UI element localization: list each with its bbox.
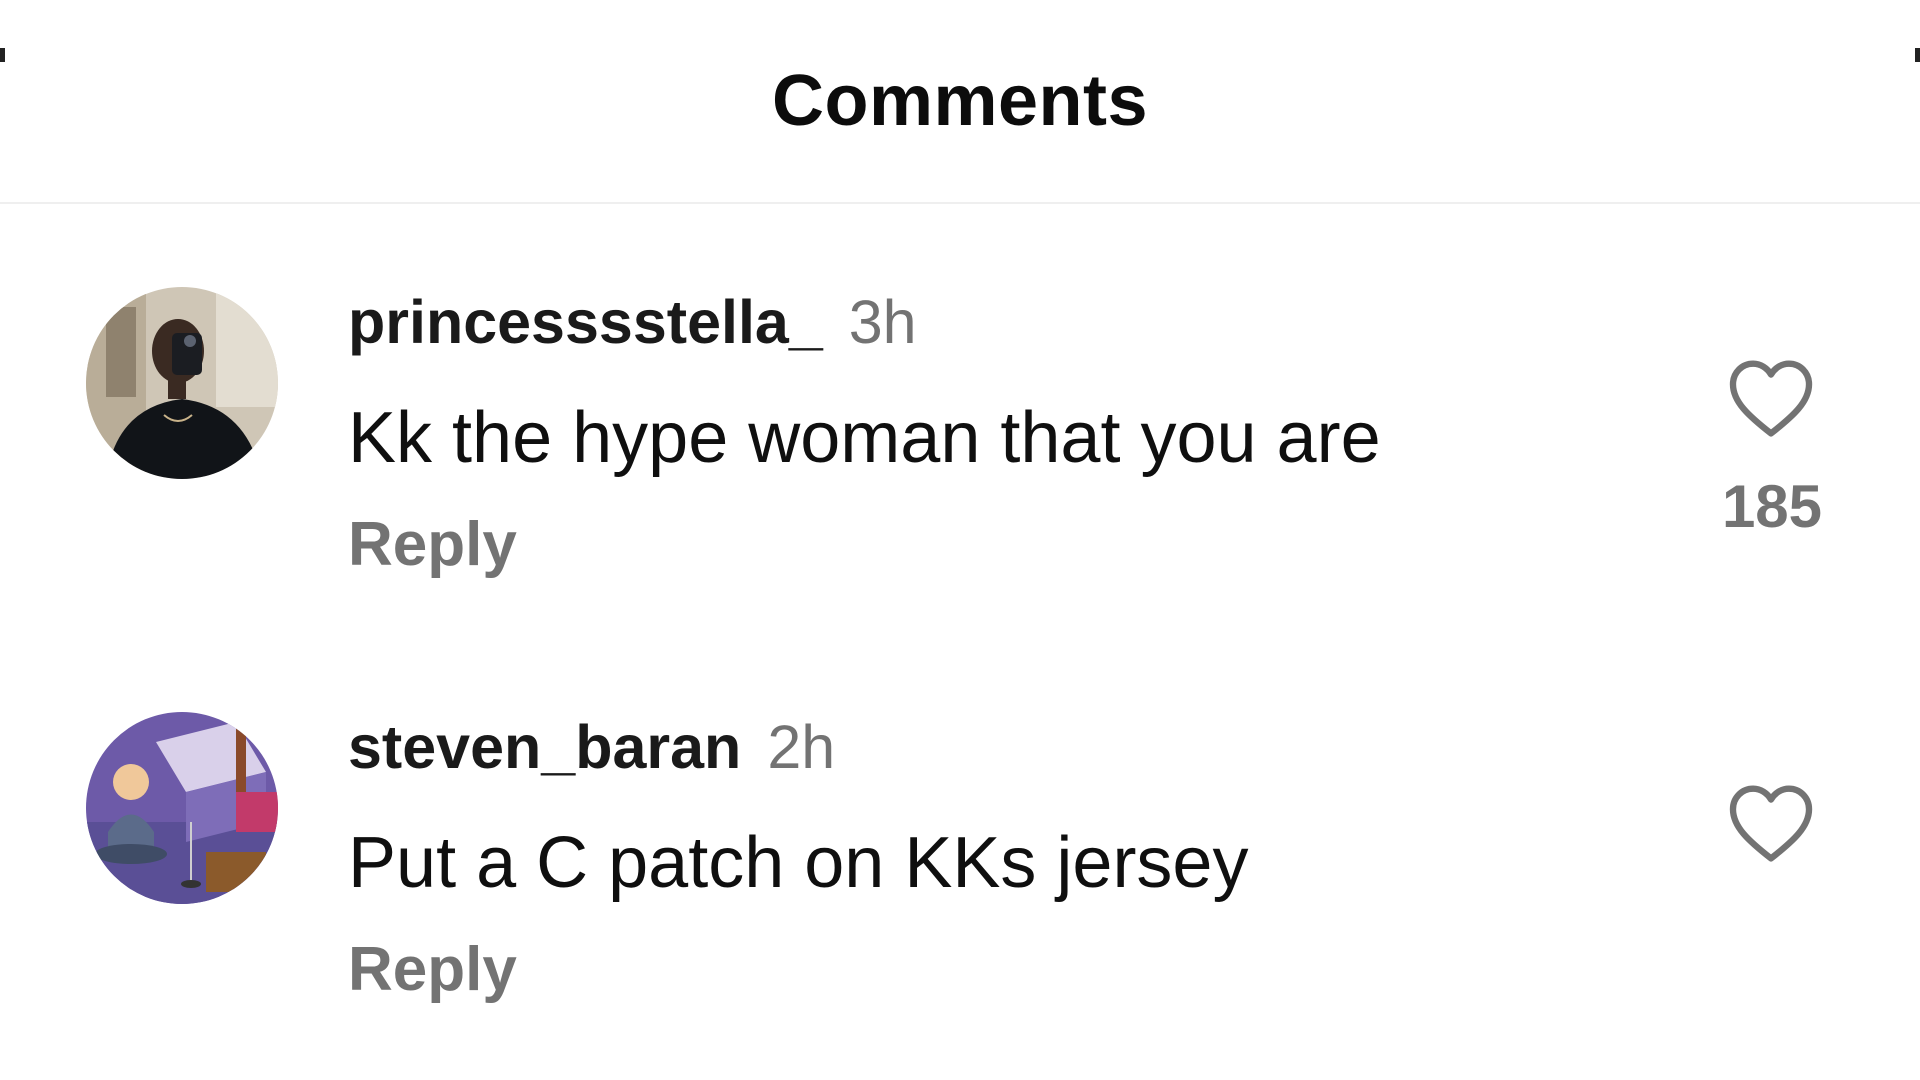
like-button[interactable]	[1726, 357, 1816, 439]
avatar[interactable]	[86, 287, 278, 479]
username[interactable]: princesssstella_	[348, 288, 823, 356]
avatar[interactable]	[86, 712, 278, 904]
heart-outline-icon	[1729, 360, 1813, 437]
edge-mark	[1915, 48, 1920, 62]
heart-outline-icon	[1729, 785, 1813, 862]
cartoon-character-avatar	[86, 712, 278, 904]
username[interactable]: steven_baran	[348, 713, 741, 781]
comments-header: Comments	[0, 0, 1920, 204]
selfie-photo-avatar	[86, 287, 278, 479]
comment-item: princesssstella_ 3h Kk the hype woman tha…	[0, 285, 1920, 615]
like-button[interactable]	[1726, 782, 1816, 864]
reply-button[interactable]: Reply	[348, 507, 517, 583]
comment-meta: steven_baran 2h	[348, 710, 835, 784]
timestamp: 3h	[848, 288, 917, 356]
like-count: 185	[1721, 473, 1823, 540]
timestamp: 2h	[767, 713, 836, 781]
reply-button[interactable]: Reply	[348, 932, 517, 1008]
comment-meta: princesssstella_ 3h	[348, 285, 917, 359]
page-title: Comments	[771, 61, 1149, 141]
comment-item: steven_baran 2h Put a C patch on KKs jers…	[0, 710, 1920, 1040]
comment-text: Kk the hype woman that you are	[348, 398, 1381, 478]
comment-text: Put a C patch on KKs jersey	[348, 823, 1249, 903]
